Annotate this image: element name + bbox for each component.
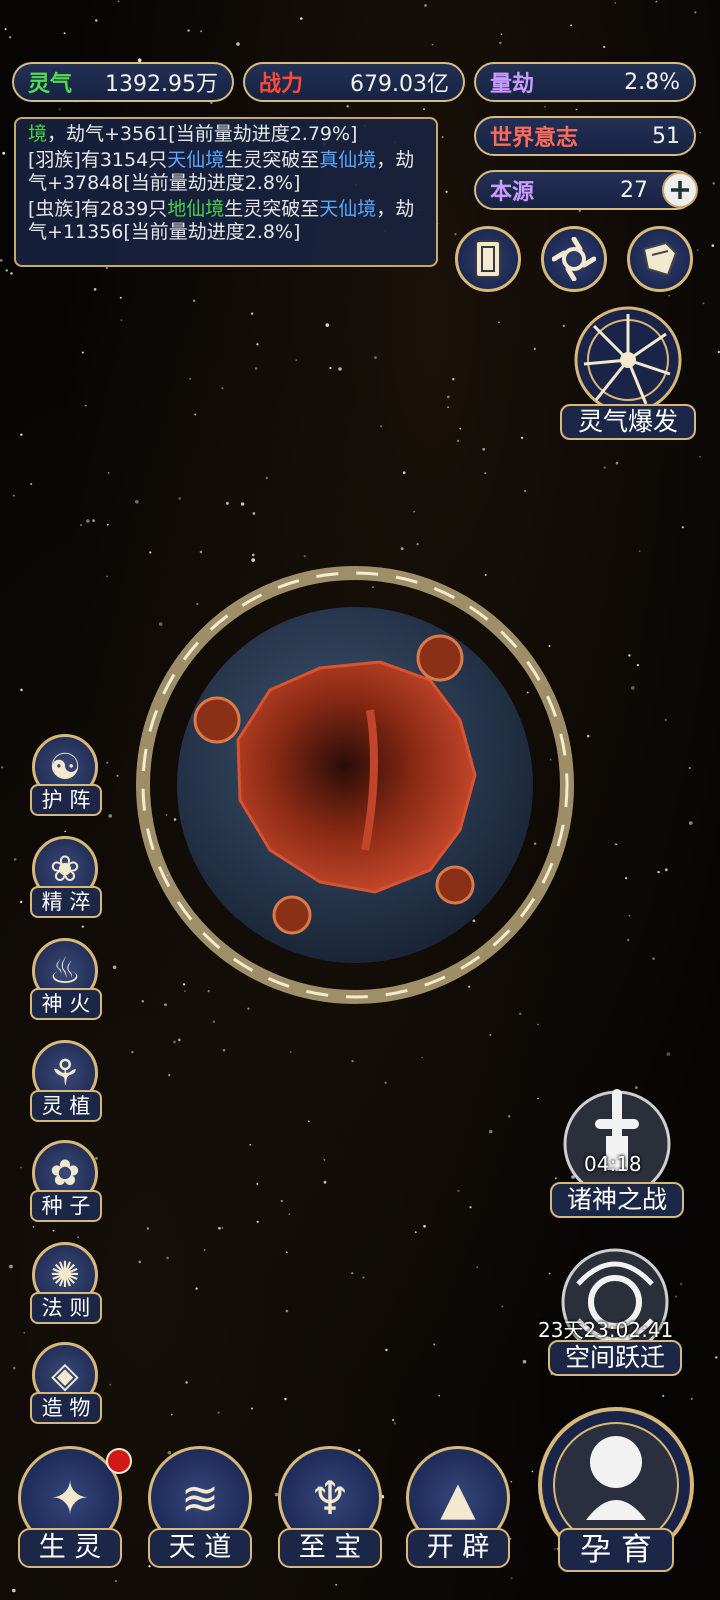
gods-war-label: 诸神之战: [550, 1182, 684, 1218]
event-log[interactable]: 境，劫气+3561[当前量劫进度2.79%] [羽族]有3154只天仙境生灵突破…: [14, 117, 438, 267]
gods-war-timer: 04:18: [584, 1152, 642, 1176]
spirit-burst-button[interactable]: 灵气爆发: [560, 304, 696, 440]
zhanli-value: 679.03亿: [350, 72, 449, 97]
planet-world[interactable]: [130, 560, 580, 1010]
burst-label: 灵气爆发: [560, 404, 696, 440]
log-line-1: 境，劫气+3561[当前量劫进度2.79%]: [28, 123, 358, 145]
side-menu-label: 神 火: [30, 988, 102, 1020]
space-jump-label: 空间跃迁: [548, 1340, 682, 1376]
liangjie-stat[interactable]: 量劫 2.8%: [474, 62, 696, 102]
side-menu-item[interactable]: ◈ 造 物: [26, 1342, 106, 1430]
lingqi-label: 灵气: [28, 72, 73, 97]
vortex-icon: [552, 237, 596, 281]
log-line-3: [虫族]有2839只地仙境生灵突破至天仙境，劫气+11356[当前量劫进度2.8…: [28, 198, 415, 243]
log-line-2: [羽族]有3154只天仙境生灵突破至真仙境，劫气+37848[当前量劫进度2.8…: [28, 149, 415, 194]
side-menu-label: 灵 植: [30, 1090, 102, 1122]
liangjie-value: 2.8%: [624, 69, 680, 95]
world-will-value: 51: [652, 123, 680, 149]
benyuan-value: 27: [620, 177, 648, 203]
gods-war-button[interactable]: 04:18 诸神之战: [550, 1084, 684, 1224]
side-menu-item[interactable]: ❀ 精 淬: [26, 836, 106, 924]
space-jump-timer: 23天23:02:41: [538, 1318, 674, 1342]
lingqi-stat[interactable]: 灵气 1392.95万: [12, 62, 234, 102]
scroll-button[interactable]: [627, 226, 693, 292]
world-will-stat[interactable]: 世界意志 51: [474, 116, 696, 156]
nurture-label: 孕 育: [558, 1528, 674, 1572]
side-menu-label: 精 淬: [30, 886, 102, 918]
side-menu-label: 造 物: [30, 1392, 102, 1424]
scroll-icon: [642, 241, 678, 277]
bottom-nav-item[interactable]: ✦ 生 灵: [10, 1446, 132, 1574]
notification-badge: [106, 1448, 132, 1474]
card-button[interactable]: [455, 226, 521, 292]
nurture-button[interactable]: 孕 育: [536, 1400, 696, 1590]
zhanli-label: 战力: [259, 72, 304, 97]
bottom-nav-item[interactable]: ♆ 至 宝: [270, 1446, 388, 1574]
side-menu-item[interactable]: ♨ 神 火: [26, 938, 106, 1026]
card-icon: [475, 240, 501, 278]
vortex-button[interactable]: [541, 226, 607, 292]
bottom-nav-label: 开 辟: [406, 1528, 510, 1568]
side-menu-label: 种 子: [30, 1190, 102, 1222]
bottom-nav-item[interactable]: ≋ 天 道: [140, 1446, 258, 1574]
side-menu-item[interactable]: ☯ 护 阵: [26, 734, 106, 822]
zhanli-stat[interactable]: 战力 679.03亿: [243, 62, 465, 102]
side-menu-item[interactable]: ⚘ 灵 植: [26, 1040, 106, 1128]
side-menu-label: 护 阵: [30, 784, 102, 816]
benyuan-label: 本源: [490, 180, 535, 205]
sword-icon: [563, 1089, 671, 1198]
bottom-nav-label: 生 灵: [18, 1528, 122, 1568]
world-will-label: 世界意志: [490, 126, 579, 151]
space-jump-button[interactable]: 23天23:02:41 空间跃迁: [538, 1244, 682, 1384]
bottom-nav-item[interactable]: ▲ 开 辟: [398, 1446, 516, 1574]
bottom-nav-label: 天 道: [148, 1528, 252, 1568]
liangjie-label: 量劫: [490, 72, 535, 97]
side-menu-label: 法 则: [30, 1292, 102, 1324]
lingqi-value: 1392.95万: [105, 72, 218, 97]
add-benyuan-button[interactable]: [662, 172, 698, 208]
plus-icon: [671, 181, 689, 199]
bottom-nav-label: 至 宝: [278, 1528, 382, 1568]
side-menu-item[interactable]: ✿ 种 子: [26, 1140, 106, 1228]
burst-icon: [574, 306, 682, 414]
side-menu-item[interactable]: ✺ 法 则: [26, 1242, 106, 1330]
